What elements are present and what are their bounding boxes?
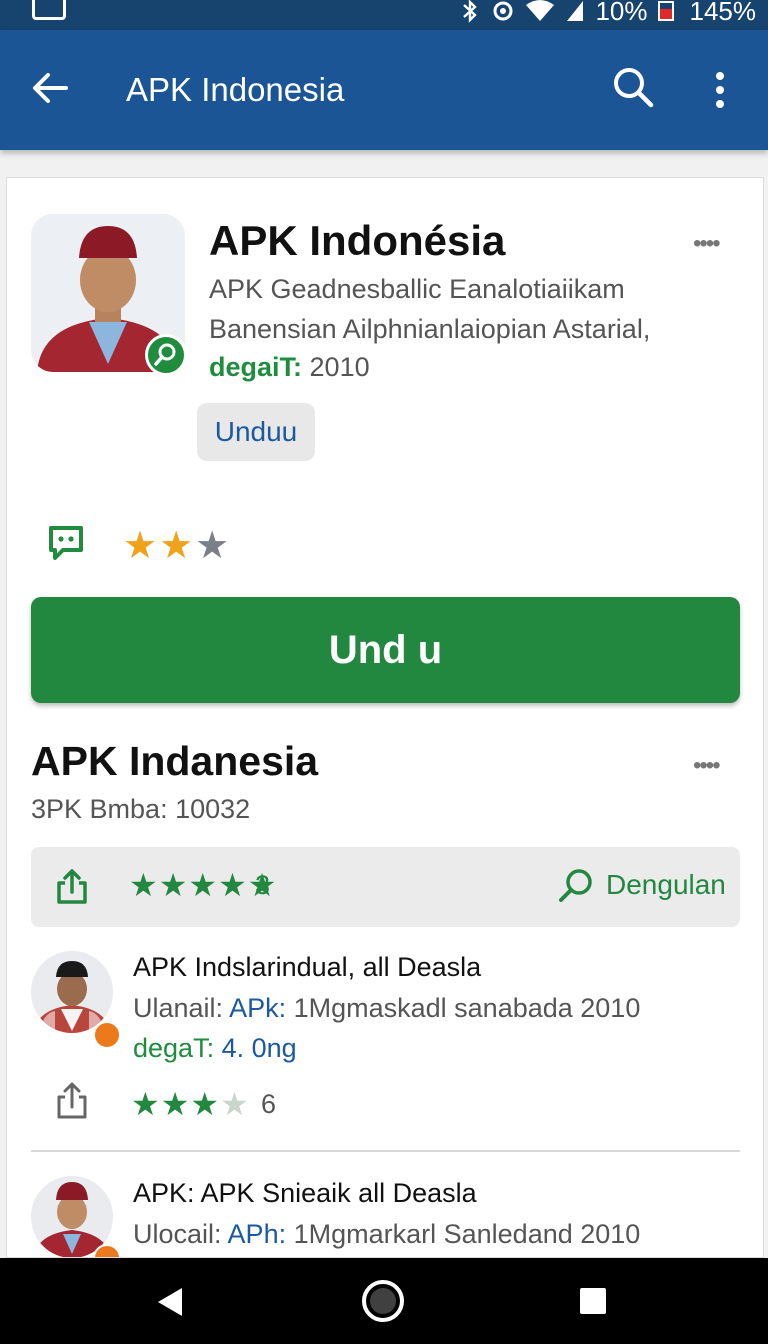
review-meta-suffix: 1Mgmaskadl sanabada 2010 [286,993,641,1023]
back-arrow-icon[interactable] [30,68,70,108]
review-rating-count: 6 [261,1089,277,1119]
review-meta-prefix: Ulocail: [133,1219,228,1249]
app-bar: APK Indonesia [0,30,768,150]
more-options-icon[interactable]: •••• [693,230,721,258]
app-bar-title: APK Indonesia [126,71,345,108]
star-filled-icon: ★ [123,525,160,567]
nav-recents-icon[interactable] [580,1288,606,1314]
app-date: degaiT: 2010 [209,350,370,384]
app-detail-card: APK Indonésia •••• APK Geadnesballic Ean… [6,177,764,1258]
review-meta-highlight: APh: [227,1219,287,1249]
wifi-icon [526,0,555,21]
info-bar: ★★★★★ 3 Dengulan [31,847,740,927]
download-button[interactable]: Und u [31,597,740,703]
orange-badge-icon [93,1021,121,1049]
magnifier-icon[interactable] [557,867,595,905]
app-title: APK Indonésia [209,217,506,264]
dengulan-link[interactable]: Dengulan [606,867,726,903]
battery-icon [657,1,674,21]
bluetooth-icon [463,0,478,23]
status-icons: 10% 145% [459,0,756,26]
review-date: degaT: 4. 0ng [133,1031,297,1065]
section-title: APK Indanesia [31,738,319,784]
review-title: APK: APK Snieaik all Deasla [133,1178,477,1208]
rating-stars: ★★★ [123,524,231,568]
person-portrait-icon [31,951,113,1033]
star-empty-icon: ★ [195,525,232,567]
review-meta-prefix: Ulanail: [133,993,230,1023]
nav-back-icon[interactable] [156,1286,184,1318]
divider [31,1150,740,1152]
app-date-label: degaiT: [209,352,303,382]
section-more-options-icon[interactable]: •••• [693,752,721,780]
review-title: APK Indslarindual, all Deasla [133,952,482,982]
more-vert-icon[interactable] [706,68,734,112]
download-chip-button[interactable]: Unduu [197,403,315,461]
chat-bubble-icon[interactable] [47,524,85,564]
wifi-level-text: 10% [595,0,648,26]
share-icon[interactable] [55,867,89,905]
status-bar: 10% 145% [0,0,768,30]
review-meta-suffix: 1Mgmarkarl Sanledand 2010 [286,1219,641,1249]
system-nav-bar [0,1258,768,1344]
review-date-value: 4. 0ng [214,1033,297,1063]
review-meta: Ulanail: APk: 1Mgmaskadl sanabada 2010 [133,991,640,1025]
search-icon[interactable] [612,66,654,108]
app-date-value: 2010 [309,352,370,382]
review-meta-highlight: APk: [229,993,287,1023]
verified-search-badge-icon [145,334,187,376]
gallery-icon [32,0,66,20]
info-bar-rating-count: 3 [255,870,271,900]
star-filled-icon: ★ [159,525,196,567]
share-icon[interactable] [55,1080,89,1120]
nav-home-icon[interactable] [362,1280,404,1322]
review-stars: ★★★★ [131,1086,250,1122]
section-subtitle: 3PK Bmba: 10032 [31,794,251,824]
signal-icon [567,1,584,21]
app-description-line-1: APK Geadnesballic Eanalotiaiikam [209,274,625,304]
review-meta: Ulocail: APh: 1Mgmarkarl Sanledand 2010 [133,1217,640,1251]
reviewer-avatar[interactable] [31,951,113,1033]
app-description-line-2: Banensian Ailphnianlaiopian Astarial, [209,314,651,344]
review-date-label: degaT: [133,1033,215,1063]
sync-icon [493,1,513,21]
battery-level-text: 145% [689,0,757,26]
